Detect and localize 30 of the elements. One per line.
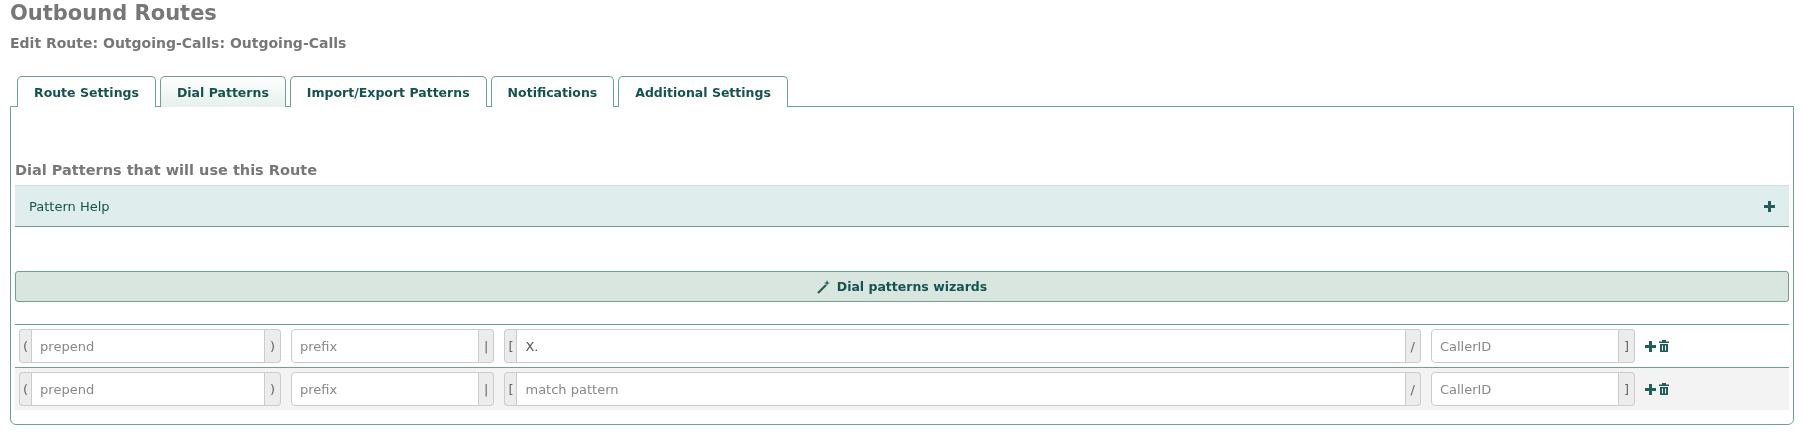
input-field[interactable]: X. <box>516 329 1406 363</box>
bracket-label: [ <box>504 372 517 406</box>
bracket-label: ( <box>19 329 32 363</box>
page-title: Outbound Routes <box>10 0 218 25</box>
tab[interactable]: Import/Export Patterns <box>289 76 487 107</box>
trash-icon[interactable] <box>1659 340 1669 352</box>
bracket-label: ( <box>19 372 32 406</box>
input-field[interactable]: CallerID <box>1430 329 1619 363</box>
tab[interactable]: Notifications <box>490 76 615 107</box>
input-field[interactable]: prefix <box>291 372 479 406</box>
page-subtitle: Edit Route: Outgoing-Calls: Outgoing-Calls <box>10 35 348 51</box>
input-field[interactable]: match pattern <box>516 372 1406 406</box>
tab[interactable]: Route Settings <box>17 76 156 107</box>
bracket-label: [ <box>504 329 517 363</box>
section-heading: Dial Patterns that will use this Route <box>15 162 318 178</box>
bracket-label: | <box>479 329 495 363</box>
tab[interactable]: Dial Patterns <box>159 76 286 107</box>
wizard-button[interactable]: Dial patterns wizards <box>15 271 1789 302</box>
bracket-label: | <box>479 372 495 406</box>
add-icon[interactable] <box>1645 383 1656 395</box>
tab[interactable]: Additional Settings <box>618 76 788 107</box>
trash-icon[interactable] <box>1659 383 1669 395</box>
plus-icon <box>1764 200 1775 212</box>
magic-wand-icon <box>816 279 831 294</box>
add-icon[interactable] <box>1645 340 1656 352</box>
input-field[interactable]: prepend <box>31 329 265 363</box>
pattern-help-bar[interactable]: Pattern Help <box>15 185 1789 227</box>
input-field[interactable]: CallerID <box>1430 372 1619 406</box>
input-field[interactable]: prefix <box>291 329 479 363</box>
input-field[interactable]: prepend <box>31 372 265 406</box>
